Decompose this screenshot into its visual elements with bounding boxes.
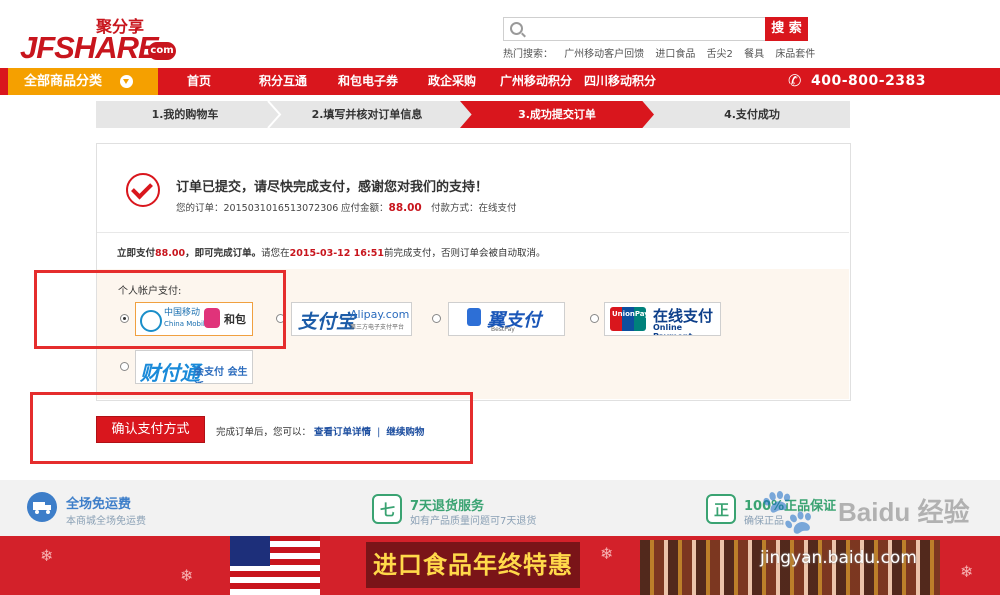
snowflake-icon: ❄ (40, 546, 54, 565)
watermark-brand: Baidu 经验 (838, 497, 970, 527)
divider (97, 232, 849, 233)
snowflake-icon: ❄ (600, 544, 614, 563)
tenpay-slogan: 会支付 会生活 (194, 367, 248, 383)
return-service-subtitle: 如有产品质量问题可7天退货 (410, 516, 537, 527)
genuine-icon: 正 (706, 494, 736, 524)
after-order-links: 完成订单后，您可以： 查看订单详情 | 继续购物 (216, 424, 424, 438)
amount-due: 应付金额：88.00 (341, 200, 422, 214)
paw-icon: 🐾 (760, 486, 815, 537)
watermark-url: jingyan.baidu.com (760, 548, 917, 568)
svg-text:正: 正 (714, 501, 729, 519)
site-logo[interactable]: 聚分享 JFSHARE com (20, 18, 180, 64)
nav-item-home[interactable]: 首页 (187, 68, 211, 95)
alipay-domain: Alipay.com (350, 308, 410, 321)
chevron-down-icon (120, 75, 133, 88)
alipay-tagline: 第三方电子支付平台 (350, 324, 405, 331)
notice-part: ，即可完成订单。 (185, 248, 262, 259)
confirm-payment-button[interactable]: 确认支付方式 (96, 416, 205, 443)
nav-item-sichuan-points[interactable]: 四川移动积分 (584, 68, 656, 95)
hot-search-term[interactable]: 舌尖2 (707, 49, 733, 60)
bestpay-wallet-icon (467, 308, 481, 326)
amount-value: 88.00 (388, 202, 422, 214)
free-shipping-subtitle: 本商城全场免运费 (66, 516, 146, 527)
search-input[interactable] (503, 17, 767, 41)
amount-label: 应付金额： (341, 203, 389, 214)
radio-bestpay[interactable] (432, 314, 441, 323)
checkout-steps: 1.我的购物车 2.填写并核对订单信息 3.成功提交订单 4.支付成功 (96, 101, 850, 128)
payment-notice: 立即支付88.00，即可完成订单。请您在2015-03-12 16:51前完成支… (117, 245, 545, 259)
alipay-logo: 支付宝 (298, 311, 356, 333)
pay-option-tenpay[interactable]: 财付通 会支付 会生活 (135, 350, 253, 384)
pay-option-alipay[interactable]: 支付宝 Alipay.com 第三方电子支付平台 (291, 302, 412, 336)
hot-search-label: 热门搜索： (503, 49, 553, 60)
search-icon (510, 22, 523, 35)
search-button[interactable]: 搜 索 (765, 17, 808, 41)
view-order-details-link[interactable]: 查看订单详情 (314, 427, 371, 438)
snowflake-icon: ❄ (180, 566, 194, 585)
hot-search-term[interactable]: 床品套件 (775, 49, 815, 60)
bestpay-en: BestPay (491, 326, 515, 333)
radio-unionpay[interactable] (590, 314, 599, 323)
step-separators (267, 101, 282, 128)
notice-part: 立即支付 (117, 248, 156, 259)
hotline-number: 400-800-2383 (811, 73, 927, 89)
usa-flag-stars (230, 536, 270, 566)
notice-deadline: 2015-03-12 16:51 (289, 248, 384, 259)
order-number: 2015031016513072306 (223, 203, 339, 214)
logo-com-badge: com (148, 42, 176, 60)
svg-text:七: 七 (380, 501, 395, 519)
hot-search-term[interactable]: 餐具 (744, 49, 764, 60)
truck-icon (27, 492, 57, 522)
logo-text: JFSHARE (20, 30, 159, 65)
pay-method-value: 在线支付 (478, 203, 517, 214)
hot-search-bar: 热门搜索： 广州移动客户回馈 进口食品 舌尖2 餐具 床品套件 (503, 45, 823, 60)
payment-method: 付款方式：在线支付 (431, 200, 517, 214)
nav-item-guangzhou-points[interactable]: 广州移动积分 (500, 68, 572, 95)
nav-item-hebao-coupon[interactable]: 和包电子券 (338, 68, 398, 95)
nav-item-points-exchange[interactable]: 积分互通 (259, 68, 307, 95)
return-icon: 七 (372, 494, 402, 524)
highlight-box-payment (34, 270, 286, 349)
notice-amount: 88.00 (155, 248, 186, 259)
link-separator: | (377, 427, 381, 438)
hot-search-term[interactable]: 广州移动客户回馈 (564, 49, 644, 60)
order-submitted-message: 订单已提交，请尽快完成支付，感谢您对我们的支持！ (176, 180, 489, 195)
promo-banner-title: 进口食品年终特惠 (366, 542, 580, 588)
hot-search-term[interactable]: 进口食品 (655, 49, 695, 60)
pay-method-label: 付款方式： (431, 203, 479, 214)
pay-option-bestpay[interactable]: 翼支付 BestPay (448, 302, 565, 336)
free-shipping-title: 全场免运费 (66, 497, 132, 512)
radio-tenpay[interactable] (120, 362, 129, 371)
order-number-label: 您的订单：2015031016513072306 (176, 200, 338, 214)
success-check-icon (126, 173, 160, 207)
unionpay-en: Online Payment (653, 323, 692, 335)
notice-part: 前完成支付，否则订单会被自动取消。 (383, 248, 546, 259)
continue-shopping-link[interactable]: 继续购物 (386, 427, 424, 438)
tenpay-logo: 财付通 (140, 361, 200, 384)
all-categories-menu[interactable]: 全部商品分类 (8, 68, 158, 95)
notice-part: 请您在 (261, 248, 290, 259)
after-order-text: 完成订单后，您可以： (216, 427, 312, 438)
nav-item-enterprise[interactable]: 政企采购 (428, 68, 476, 95)
all-categories-label: 全部商品分类 (24, 74, 103, 89)
pay-option-unionpay[interactable]: UnionPay 银联 在线支付 Online Payment (604, 302, 721, 336)
phone-icon: ✆ (788, 71, 802, 90)
baidu-jingyan-watermark: 🐾 Baidu 经验 jingyan.baidu.com (760, 482, 1000, 577)
order-label: 您的订单： (176, 203, 224, 214)
